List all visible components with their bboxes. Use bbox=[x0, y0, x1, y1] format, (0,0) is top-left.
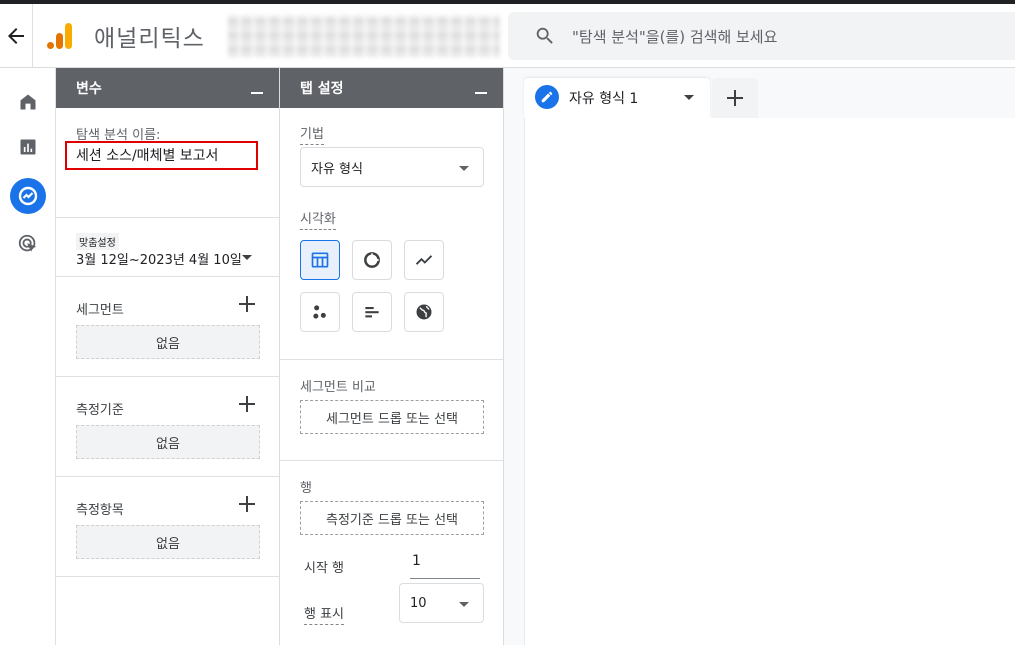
tab-settings-header: 탭 설정 bbox=[280, 68, 503, 108]
tab-settings-collapse-button[interactable] bbox=[475, 92, 487, 94]
app-title: 애널리틱스 bbox=[94, 26, 205, 52]
add-segment-plus-icon[interactable] bbox=[238, 295, 256, 313]
table-icon[interactable] bbox=[300, 240, 340, 280]
explore-name-input[interactable]: 세션 소스/매체별 보고서 bbox=[76, 145, 218, 165]
explore-name-section: 탐색 분석 이름: 세션 소스/매체별 보고서 bbox=[56, 108, 279, 218]
rows-drop-zone[interactable]: 측정기준 드롭 또는 선택 bbox=[300, 501, 484, 535]
explore-icon[interactable] bbox=[10, 178, 46, 214]
show-rows-label: 행 표시 bbox=[304, 603, 345, 625]
technique-value: 자유 형식 bbox=[311, 162, 363, 177]
show-rows-value: 10 bbox=[410, 596, 427, 611]
bar-chart-icon[interactable] bbox=[352, 292, 392, 332]
segments-section: 세그먼트 없음 bbox=[56, 277, 279, 377]
tab-freeform-1[interactable]: 자유 형식 1 bbox=[524, 78, 710, 118]
metrics-empty: 없음 bbox=[76, 525, 260, 559]
variables-collapse-button[interactable] bbox=[251, 92, 263, 94]
variables-panel: 변수 탐색 분석 이름: 세션 소스/매체별 보고서 맞춤설정 3월 12일~2… bbox=[56, 68, 280, 645]
start-row-label: 시작 행 bbox=[304, 561, 345, 576]
search-bar[interactable]: "탐색 분석"을(를) 검색해 보세요 bbox=[508, 12, 1015, 60]
exploration-canvas-area: 자유 형식 1 bbox=[504, 68, 1015, 645]
date-range-picker[interactable]: 3월 12일~2023년 4월 10일 bbox=[76, 249, 242, 268]
app-header: 애널리틱스 "탐색 분석"을(를) 검색해 보세요 bbox=[0, 4, 1015, 68]
dimensions-section: 측정기준 없음 bbox=[56, 377, 279, 477]
date-preset-chip: 맞춤설정 bbox=[76, 233, 119, 250]
tab-bar: 자유 형식 1 bbox=[504, 68, 1015, 118]
metrics-section: 측정항목 없음 bbox=[56, 477, 279, 577]
advertising-icon[interactable] bbox=[12, 228, 44, 260]
variables-header: 변수 bbox=[56, 68, 279, 108]
visualization-label: 시각화 bbox=[300, 208, 336, 230]
account-selector-blurred[interactable] bbox=[228, 15, 500, 57]
variables-title: 변수 bbox=[76, 81, 102, 97]
add-tab-plus-icon[interactable] bbox=[712, 78, 758, 118]
tab-dropdown-caret-icon[interactable] bbox=[684, 95, 694, 100]
search-icon bbox=[534, 25, 556, 47]
start-row-input[interactable]: 1 bbox=[410, 549, 480, 579]
edit-pencil-icon[interactable] bbox=[535, 85, 559, 109]
dimensions-empty: 없음 bbox=[76, 425, 260, 459]
show-rows-select[interactable]: 10 bbox=[399, 583, 484, 623]
geo-map-icon[interactable] bbox=[404, 292, 444, 332]
analytics-logo-icon[interactable] bbox=[46, 22, 74, 50]
segments-empty: 없음 bbox=[76, 325, 260, 359]
home-icon[interactable] bbox=[12, 86, 44, 118]
rows-section: 행 측정기준 드롭 또는 선택 시작 행 1 행 표시 10 bbox=[280, 461, 503, 651]
rows-label: 행 bbox=[300, 481, 312, 496]
segment-comparison-label: 세그먼트 비교 bbox=[300, 380, 376, 395]
metrics-title: 측정항목 bbox=[76, 503, 124, 518]
show-rows-caret-icon bbox=[459, 602, 469, 607]
reports-icon[interactable] bbox=[12, 131, 44, 163]
header-divider bbox=[32, 4, 33, 67]
add-metric-plus-icon[interactable] bbox=[238, 495, 256, 513]
segment-comparison-section: 세그먼트 비교 세그먼트 드롭 또는 선택 bbox=[280, 360, 503, 461]
dimensions-title: 측정기준 bbox=[76, 403, 124, 418]
segments-title: 세그먼트 bbox=[76, 303, 124, 318]
explore-name-label: 탐색 분석 이름: bbox=[76, 128, 161, 143]
technique-label: 기법 bbox=[300, 123, 324, 145]
back-arrow-icon[interactable] bbox=[4, 24, 28, 48]
technique-select[interactable]: 자유 형식 bbox=[300, 147, 484, 187]
left-nav-rail bbox=[0, 68, 56, 645]
search-placeholder: "탐색 분석"을(를) 검색해 보세요 bbox=[572, 28, 778, 46]
line-chart-icon[interactable] bbox=[404, 240, 444, 280]
canvas-body[interactable] bbox=[524, 118, 1015, 645]
technique-caret-icon bbox=[459, 166, 469, 171]
tab-settings-title: 탭 설정 bbox=[300, 81, 344, 97]
donut-chart-icon[interactable] bbox=[352, 240, 392, 280]
add-dimension-plus-icon[interactable] bbox=[238, 395, 256, 413]
tab-settings-panel: 탭 설정 기법 자유 형식 시각화 세그먼트 비교 세그먼트 드롭 또는 선택 bbox=[280, 68, 504, 645]
date-range-section: 맞춤설정 3월 12일~2023년 4월 10일 bbox=[56, 218, 279, 277]
technique-visualization-section: 기법 자유 형식 시각화 bbox=[280, 108, 503, 360]
segment-comparison-drop-zone[interactable]: 세그먼트 드롭 또는 선택 bbox=[300, 400, 484, 434]
tab-label: 자유 형식 1 bbox=[569, 91, 639, 107]
scatter-plot-icon[interactable] bbox=[300, 292, 340, 332]
date-dropdown-caret-icon[interactable] bbox=[242, 255, 252, 260]
